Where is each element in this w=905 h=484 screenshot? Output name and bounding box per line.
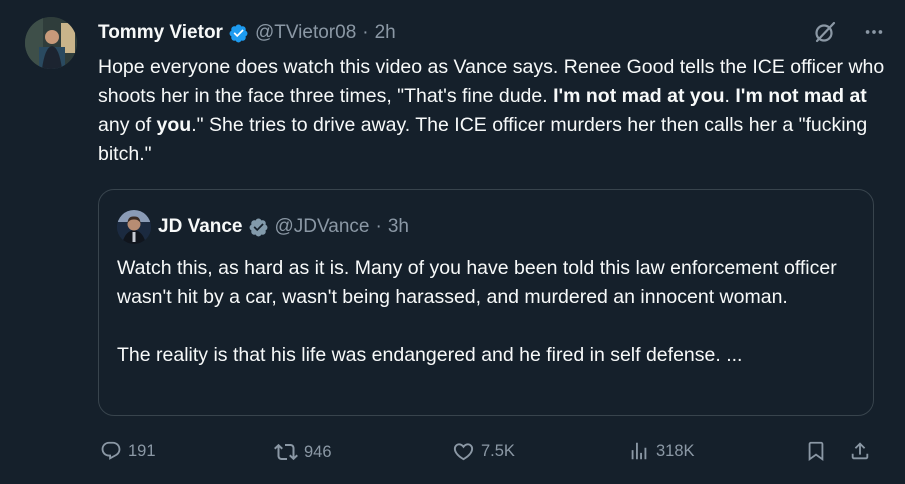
- quoted-paragraph-2: The reality is that his life was endange…: [117, 344, 743, 366]
- quoted-author-name[interactable]: JD Vance: [158, 216, 243, 238]
- tweet-text-bold-run: you: [156, 114, 192, 136]
- tweet-action-bar: 191 946 7.5K 318K: [0, 437, 905, 471]
- quoted-author-handle[interactable]: @JDVance: [275, 216, 370, 238]
- views-button[interactable]: 318K: [628, 440, 695, 462]
- like-button[interactable]: 7.5K: [452, 440, 515, 463]
- repost-icon: [274, 440, 298, 464]
- quoted-verified-badge-icon[interactable]: [248, 217, 269, 238]
- author-avatar[interactable]: [25, 17, 77, 69]
- quoted-tweet-time[interactable]: 3h: [388, 216, 409, 238]
- grok-icon[interactable]: [813, 20, 837, 49]
- quoted-author-avatar[interactable]: [117, 210, 151, 244]
- tweet-time[interactable]: 2h: [375, 22, 396, 44]
- heart-icon: [452, 440, 475, 463]
- reply-icon: [100, 440, 122, 462]
- reply-button[interactable]: 191: [100, 440, 156, 462]
- like-count: 7.5K: [481, 442, 515, 460]
- views-chart-icon: [628, 440, 650, 462]
- separator-dot: ·: [375, 216, 382, 237]
- quoted-tweet-text: Watch this, as hard as it is. Many of yo…: [117, 254, 857, 370]
- tweet-text-bold-run: I'm not mad at: [735, 85, 867, 107]
- reply-count: 191: [128, 441, 156, 460]
- tweet-text-run: .: [724, 85, 736, 107]
- tweet-header: Tommy Vietor @TVietor08 · 2h: [98, 20, 396, 46]
- author-handle[interactable]: @TVietor08: [255, 22, 356, 44]
- repost-button[interactable]: 946: [274, 440, 332, 464]
- views-count: 318K: [656, 441, 695, 460]
- tweet-text-run: any of: [98, 114, 157, 136]
- repost-count: 946: [304, 442, 332, 461]
- separator-dot: ·: [362, 22, 369, 43]
- quoted-paragraph-1: Watch this, as hard as it is. Many of yo…: [117, 257, 837, 308]
- tweet-text: Hope everyone does watch this video as V…: [98, 53, 888, 169]
- more-options-icon[interactable]: [863, 21, 885, 48]
- tweet-text-run: ." She tries to drive away. The ICE offi…: [98, 114, 868, 165]
- bookmark-icon: [805, 440, 827, 462]
- share-icon: [849, 440, 871, 462]
- tweet-text-bold-run: I'm not mad at you: [553, 85, 725, 107]
- tweet-top-actions: [813, 20, 885, 49]
- share-button[interactable]: [849, 440, 871, 462]
- bookmark-button[interactable]: [805, 440, 827, 462]
- author-name[interactable]: Tommy Vietor: [98, 22, 223, 44]
- quoted-tweet-card[interactable]: JD Vance @JDVance · 3h Watch this, as ha…: [98, 189, 874, 416]
- verified-badge-icon[interactable]: [228, 23, 249, 44]
- quoted-tweet-header: JD Vance @JDVance · 3h: [158, 214, 409, 240]
